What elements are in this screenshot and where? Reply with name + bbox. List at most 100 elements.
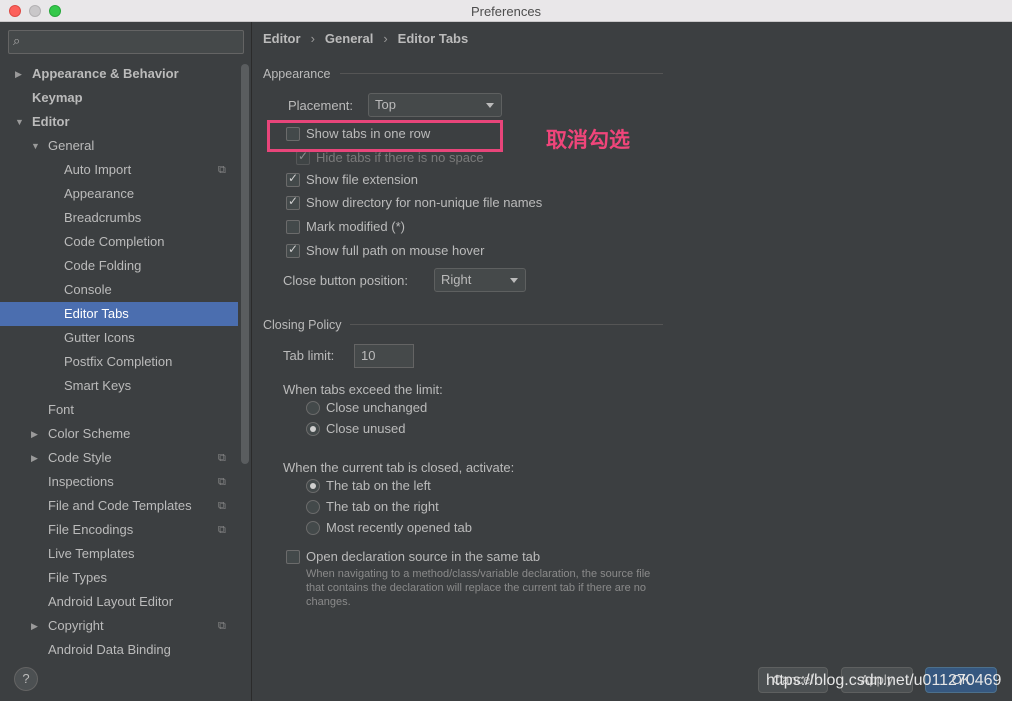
copy-settings-icon: ⧉ <box>218 500 226 512</box>
chevron-down-icon <box>486 103 494 108</box>
breadcrumb-separator: › <box>310 31 315 46</box>
sidebar-item-appearance-behavior[interactable]: ▶ Appearance & Behavior <box>0 62 238 86</box>
sidebar-item-gutter-icons[interactable]: Gutter Icons <box>0 326 238 350</box>
annotation-text: 取消勾选 <box>546 128 630 152</box>
settings-sidebar: ⌕ ▶ Appearance & Behavior Keymap ▼ Edito… <box>0 22 252 701</box>
sidebar-item-label: Breadcrumbs <box>64 210 142 225</box>
sidebar-item-keymap[interactable]: Keymap <box>0 86 238 110</box>
expand-arrow-icon[interactable]: ▶ <box>31 446 38 470</box>
sidebar-item-label: Keymap <box>32 90 83 105</box>
sidebar-item-label: Copyright <box>48 618 104 633</box>
sidebar-item-label: Gutter Icons <box>64 330 135 345</box>
sidebar-item-editor-tabs[interactable]: Editor Tabs <box>0 302 238 326</box>
show-full-path-label: Show full path on mouse hover <box>306 243 485 258</box>
sidebar-item-file-code-templates[interactable]: File and Code Templates ⧉ <box>0 494 238 518</box>
collapse-arrow-icon[interactable]: ▼ <box>15 110 24 134</box>
sidebar-item-label: File Encodings <box>48 522 134 537</box>
expand-arrow-icon[interactable]: ▶ <box>15 62 22 86</box>
sidebar-item-label: Editor Tabs <box>64 306 129 321</box>
sidebar-item-label: Font <box>48 402 75 417</box>
breadcrumb: Editor › General › Editor Tabs <box>263 31 468 46</box>
expand-arrow-icon[interactable]: ▶ <box>31 422 38 446</box>
sidebar-item-auto-import[interactable]: Auto Import ⧉ <box>0 158 238 182</box>
sidebar-item-label: Auto Import <box>64 162 132 177</box>
copy-settings-icon: ⧉ <box>218 620 226 632</box>
copy-settings-icon: ⧉ <box>218 452 226 464</box>
sidebar-item-android-layout-editor[interactable]: Android Layout Editor <box>0 590 238 614</box>
sidebar-item-label: Inspections <box>48 474 114 489</box>
sidebar-item-label: File and Code Templates <box>48 498 192 513</box>
show-file-extension-checkbox[interactable] <box>286 171 300 187</box>
sidebar-item-color-scheme[interactable]: ▶ Color Scheme <box>0 422 238 446</box>
sidebar-item-label: Code Completion <box>64 234 165 249</box>
close-unchanged-radio[interactable] <box>306 401 320 415</box>
closing-policy-section-title: Closing Policy <box>263 318 342 332</box>
sidebar-item-general[interactable]: ▼ General <box>0 134 238 158</box>
sidebar-item-file-encodings[interactable]: File Encodings ⧉ <box>0 518 238 542</box>
mark-modified-checkbox[interactable] <box>286 220 300 234</box>
sidebar-item-label: Color Scheme <box>48 426 131 441</box>
sidebar-item-code-completion[interactable]: Code Completion <box>0 230 238 254</box>
close-unused-radio[interactable] <box>306 422 320 436</box>
window-title: Preferences <box>470 4 542 19</box>
sidebar-item-label: Postfix Completion <box>64 354 173 369</box>
close-button-position-label: Close button position: <box>283 273 409 288</box>
help-button[interactable]: ? <box>14 667 38 691</box>
show-full-path-checkbox[interactable] <box>286 242 300 258</box>
sidebar-item-label: Console <box>64 282 112 297</box>
most-recent-radio[interactable] <box>306 521 320 535</box>
copy-settings-icon: ⧉ <box>218 164 226 176</box>
copy-settings-icon: ⧉ <box>218 476 226 488</box>
sidebar-item-appearance[interactable]: Appearance <box>0 182 238 206</box>
hide-tabs-no-space-checkbox[interactable] <box>296 149 310 165</box>
highlight-box <box>267 120 503 152</box>
placement-value: Top <box>375 97 396 112</box>
sidebar-item-android-data-binding[interactable]: Android Data Binding <box>0 638 238 662</box>
tab-left-radio[interactable] <box>306 479 320 493</box>
sidebar-item-label: Android Data Binding <box>48 642 171 657</box>
sidebar-item-code-style[interactable]: ▶ Code Style ⧉ <box>0 446 238 470</box>
sidebar-item-code-folding[interactable]: Code Folding <box>0 254 238 278</box>
sidebar-item-live-templates[interactable]: Live Templates <box>0 542 238 566</box>
search-icon: ⌕ <box>13 33 21 48</box>
search-input[interactable] <box>31 34 239 50</box>
sidebar-item-file-types[interactable]: File Types <box>0 566 238 590</box>
breadcrumb-editor[interactable]: Editor <box>263 31 301 46</box>
sidebar-item-label: Appearance <box>64 186 135 201</box>
sidebar-item-console[interactable]: Console <box>0 278 238 302</box>
expand-arrow-icon[interactable]: ▶ <box>31 614 38 638</box>
sidebar-item-font[interactable]: Font <box>0 398 238 422</box>
collapse-arrow-icon[interactable]: ▼ <box>31 134 40 158</box>
settings-search[interactable]: ⌕ <box>8 30 244 54</box>
show-file-extension-label: Show file extension <box>306 172 419 187</box>
hide-tabs-no-space-label: Hide tabs if there is no space <box>316 150 484 165</box>
breadcrumb-general[interactable]: General <box>325 31 373 46</box>
tab-limit-input[interactable]: 10 <box>354 344 414 368</box>
sidebar-item-editor[interactable]: ▼ Editor <box>0 110 238 134</box>
tab-right-radio[interactable] <box>306 500 320 514</box>
section-divider <box>340 73 663 74</box>
sidebar-item-breadcrumbs[interactable]: Breadcrumbs <box>0 206 238 230</box>
open-declaration-checkbox[interactable] <box>286 550 300 564</box>
appearance-section-title: Appearance <box>263 67 331 81</box>
tab-left-label: The tab on the left <box>326 478 431 493</box>
sidebar-item-inspections[interactable]: Inspections ⧉ <box>0 470 238 494</box>
watermark: https://blog.csdn.net/u011270469 <box>766 672 1002 689</box>
show-directory-checkbox[interactable] <box>286 194 300 210</box>
show-directory-label: Show directory for non-unique file names <box>306 195 543 210</box>
open-declaration-label: Open declaration source in the same tab <box>306 549 541 564</box>
sidebar-item-label: Appearance & Behavior <box>32 66 179 81</box>
sidebar-item-copyright[interactable]: ▶ Copyright ⧉ <box>0 614 238 638</box>
mark-modified-label: Mark modified (*) <box>306 219 405 234</box>
chevron-down-icon <box>510 278 518 283</box>
placement-label: Placement: <box>288 98 354 113</box>
sidebar-item-postfix-completion[interactable]: Postfix Completion <box>0 350 238 374</box>
sidebar-item-smart-keys[interactable]: Smart Keys <box>0 374 238 398</box>
sidebar-item-label: Live Templates <box>48 546 135 561</box>
close-button-position-dropdown[interactable]: Right <box>434 268 526 292</box>
most-recent-label: Most recently opened tab <box>326 520 472 535</box>
sidebar-scrollbar[interactable] <box>241 64 249 464</box>
sidebar-item-label: Android Layout Editor <box>48 594 174 609</box>
tab-right-label: The tab on the right <box>326 499 439 514</box>
placement-dropdown[interactable]: Top <box>368 93 502 117</box>
